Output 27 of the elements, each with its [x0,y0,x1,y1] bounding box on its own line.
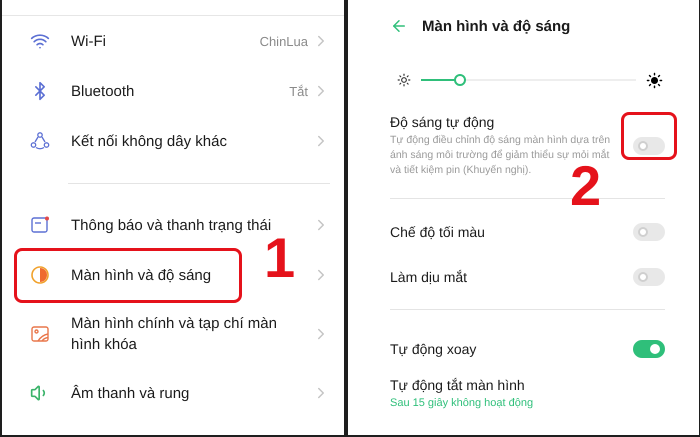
setting-label: Bluetooth [71,82,136,102]
sun-icon [646,72,663,88]
back-icon[interactable] [390,17,408,35]
setting-label: Tự động tắt màn hình [390,377,526,393]
setting-label: Màn hình và độ sáng [71,266,212,286]
wallpaper-icon [30,324,50,344]
setting-label: Âm thanh và rung [71,384,190,404]
toggle-switch[interactable] [633,268,665,286]
toggle-switch[interactable] [633,137,665,155]
setting-label: Độ sáng tự động [390,114,496,130]
toggle-switch[interactable] [633,340,665,358]
toggle-switch[interactable] [633,222,665,240]
setting-label: Wi-Fi [71,32,107,52]
setting-label: Chế độ tối màu [390,224,486,240]
network-icon [30,131,50,151]
setting-description: Sau 15 giây không hoạt động [390,396,534,411]
setting-label: Tự động xoay [390,340,478,356]
setting-label: Kết nối không dây khác [71,132,228,152]
setting-label: Làm dịu mắt [390,268,468,284]
contrast-icon [30,265,50,285]
slider-thumb[interactable] [454,74,466,86]
screen-title: Màn hình và độ sáng [422,18,570,34]
notification-icon [30,215,50,235]
setting-value: Tắt [289,84,308,98]
sun-icon [397,73,411,87]
setting-value: ChinLua [260,34,308,48]
setting-label: Màn hình chính và tạp chí màn hình khóa [71,314,278,355]
